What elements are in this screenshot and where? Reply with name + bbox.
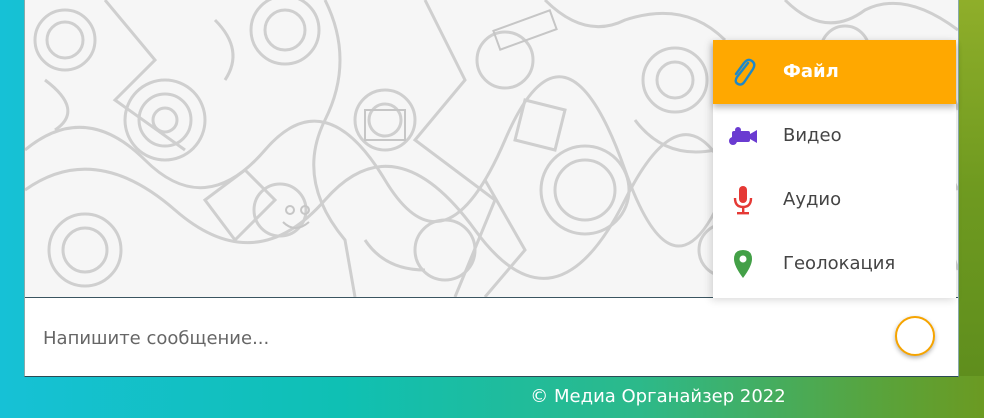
message-composer [25, 298, 958, 376]
menu-item-video[interactable]: Видео [713, 104, 956, 168]
menu-item-label: Видео [783, 125, 842, 146]
attach-menu: Файл Видео Аудио Геолокация [713, 40, 956, 298]
footer-copyright: © Медиа Органайзер 2022 [530, 386, 786, 407]
menu-item-label: Геолокация [783, 253, 896, 274]
background-edge [958, 0, 984, 376]
menu-item-audio[interactable]: Аудио [713, 168, 956, 232]
attach-button[interactable] [895, 316, 935, 356]
location-pin-icon [727, 248, 759, 280]
menu-item-label: Аудио [783, 189, 842, 210]
menu-item-file[interactable]: Файл [713, 40, 956, 104]
menu-item-geolocation[interactable]: Геолокация [713, 232, 956, 296]
paperclip-icon [727, 56, 759, 88]
message-input[interactable] [41, 320, 885, 356]
video-camera-icon [727, 120, 759, 152]
microphone-icon [727, 184, 759, 216]
footer: © Медиа Органайзер 2022 [0, 386, 984, 407]
menu-item-label: Файл [783, 61, 839, 82]
